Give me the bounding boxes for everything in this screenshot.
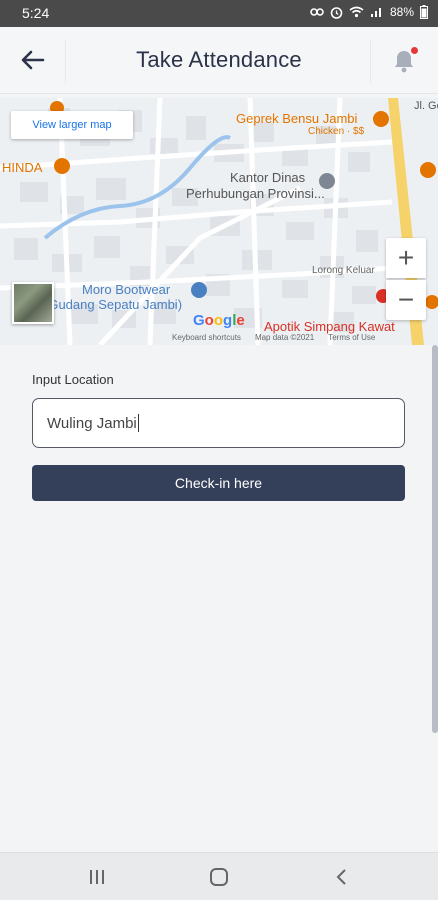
location-form: Input Location Wuling Jambi Check-in her… bbox=[32, 372, 405, 501]
map-label-lorong: Lorong Keluar bbox=[312, 265, 375, 276]
satellite-toggle[interactable] bbox=[12, 282, 54, 324]
page-title: Take Attendance bbox=[136, 47, 302, 72]
map-label-geprek-sub: Chicken · $$ bbox=[308, 126, 365, 137]
recents-button[interactable] bbox=[82, 865, 112, 889]
home-icon bbox=[210, 868, 228, 886]
back-nav-button[interactable] bbox=[326, 865, 356, 889]
scrollbar[interactable] bbox=[432, 345, 438, 733]
map-label-geprek: Geprek Bensu Jambi bbox=[236, 111, 358, 126]
battery-icon bbox=[420, 5, 428, 19]
signal-icon bbox=[370, 8, 381, 17]
input-location-label: Input Location bbox=[32, 372, 114, 387]
map-footer: Keyboard shortcuts Map data ©2021 Terms … bbox=[172, 333, 375, 342]
text-cursor bbox=[137, 414, 139, 432]
location-input[interactable]: Wuling Jambi bbox=[32, 398, 405, 448]
view-larger-map-link[interactable]: View larger map bbox=[11, 111, 133, 139]
bell-divider bbox=[370, 39, 371, 83]
terms-of-use-link[interactable]: Terms of Use bbox=[328, 333, 375, 342]
system-nav-bar bbox=[0, 852, 438, 900]
app-bar: Take Attendance bbox=[0, 27, 438, 94]
map-label-moro-1: Moro Bootwear bbox=[82, 282, 171, 297]
status-bar: 5:24 88% bbox=[0, 0, 438, 27]
map-data-text: Map data ©2021 bbox=[254, 333, 315, 342]
map-label-kantor-2: Perhubungan Provinsi... bbox=[186, 186, 325, 201]
map-label-kantor-1: Kantor Dinas bbox=[230, 170, 306, 185]
zoom-out-button[interactable]: − bbox=[386, 280, 426, 320]
wifi-icon bbox=[349, 6, 364, 18]
map-label-jl: Jl. Ge bbox=[414, 100, 438, 112]
recents-icon bbox=[90, 870, 104, 884]
status-icons: 88% bbox=[310, 5, 428, 19]
map-label-hinda: HINDA bbox=[2, 160, 43, 175]
notification-dot bbox=[411, 47, 418, 54]
home-button[interactable] bbox=[204, 865, 234, 889]
notification-button[interactable] bbox=[392, 47, 418, 75]
location-input-value: Wuling Jambi bbox=[47, 414, 137, 432]
check-in-button[interactable]: Check-in here bbox=[32, 465, 405, 501]
map-label-moro-2: (Gudang Sepatu Jambi) bbox=[44, 297, 183, 312]
zoom-in-button[interactable]: + bbox=[386, 238, 426, 278]
status-time: 5:24 bbox=[22, 5, 50, 21]
alarm-icon bbox=[330, 6, 343, 19]
keyboard-shortcuts-link[interactable]: Keyboard shortcuts bbox=[172, 333, 241, 342]
chevron-left-icon bbox=[336, 869, 346, 885]
battery-percent: 88% bbox=[389, 5, 414, 19]
map-label-apotik: Apotik Simpang Kawat bbox=[264, 319, 395, 334]
google-logo: Google bbox=[193, 312, 245, 329]
link-icon bbox=[310, 8, 324, 16]
